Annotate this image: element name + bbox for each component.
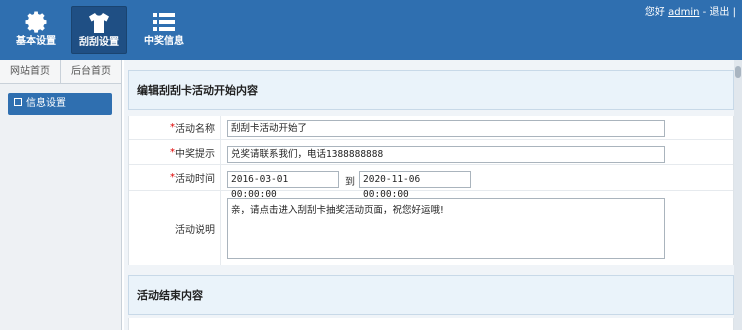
nav-basic-settings[interactable]: 基本设置 [8,6,64,54]
gear-icon [25,11,47,33]
tab-site-home[interactable]: 网站首页 [0,60,60,83]
sidebar-tabs: 网站首页 后台首页 [0,60,121,84]
field-label: * 中奖提示 [129,140,221,164]
start-time-input[interactable]: 2016-03-01 00:00:00 [227,171,339,200]
form-row-prize-tip: * 中奖提示 兑奖请联系我们，电话1388888888 [129,140,733,165]
sidebar-item-info-settings[interactable]: 信息设置 [8,93,112,115]
prize-tip-input[interactable]: 兑奖请联系我们，电话1388888888 [227,146,665,163]
main-content: 编辑刮刮卡活动开始内容 * 活动名称 刮刮卡活动开始了 * 中奖提示 兑奖请联系我们… [124,60,742,330]
field-label-text: 活动说明 [175,224,215,236]
tab-admin-home[interactable]: 后台首页 [60,60,121,83]
scrollbar[interactable] [734,60,742,330]
end-time-input[interactable]: 2020-11-06 00:00:00 [359,171,471,200]
form-row-description: 活动说明 亲，请点击进入刮刮卡抽奖活动页面，祝您好运哦! [129,191,733,265]
form-row-time: * 活动时间 2016-03-01 00:00:00 到 2020-11-06 0… [129,165,733,200]
section-title-end: 活动结束内容 [128,275,734,315]
activity-name-input[interactable]: 刮刮卡活动开始了 [227,120,665,137]
field-label-text: 中奖提示 [175,148,215,160]
username-link[interactable]: admin [668,7,699,18]
section-title-start: 编辑刮刮卡活动开始内容 [128,70,734,110]
start-form: * 活动名称 刮刮卡活动开始了 * 中奖提示 兑奖请联系我们，电话138888888… [128,116,734,265]
field-label-text: 活动时间 [175,174,215,185]
square-icon [14,98,22,106]
field-label: 活动说明 [129,191,221,265]
top-bar: 基本设置 刮刮设置 中奖信息 您好 admin - 退出 | [0,0,742,60]
to-text: 到 [345,177,355,188]
description-textarea[interactable]: 亲，请点击进入刮刮卡抽奖活动页面，祝您好运哦! [227,198,665,259]
sidebar-item-label: 信息设置 [26,98,66,109]
field-label: * 活动时间 [129,165,221,190]
nav-label: 刮刮设置 [79,37,119,48]
nav-label: 基本设置 [16,36,56,47]
nav-scratch-settings[interactable]: 刮刮设置 [71,6,127,54]
divider-text: | [732,7,736,18]
end-form [128,318,734,330]
logout-link[interactable]: 退出 [709,7,729,18]
form-row-name: * 活动名称 刮刮卡活动开始了 [129,116,733,140]
user-bar: 您好 admin - 退出 | [645,3,736,18]
scrollbar-thumb[interactable] [735,66,741,78]
list-icon [153,13,175,31]
field-label: * 活动名称 [129,116,221,139]
sidebar: 网站首页 后台首页 信息设置 [0,60,122,330]
nav-winning-info[interactable]: 中奖信息 [136,6,192,54]
greeting-text: 您好 [644,7,665,18]
field-label-text: 活动名称 [175,124,215,135]
nav-label: 中奖信息 [144,36,184,47]
separator-text: - [702,7,707,18]
shirt-icon [89,13,109,33]
